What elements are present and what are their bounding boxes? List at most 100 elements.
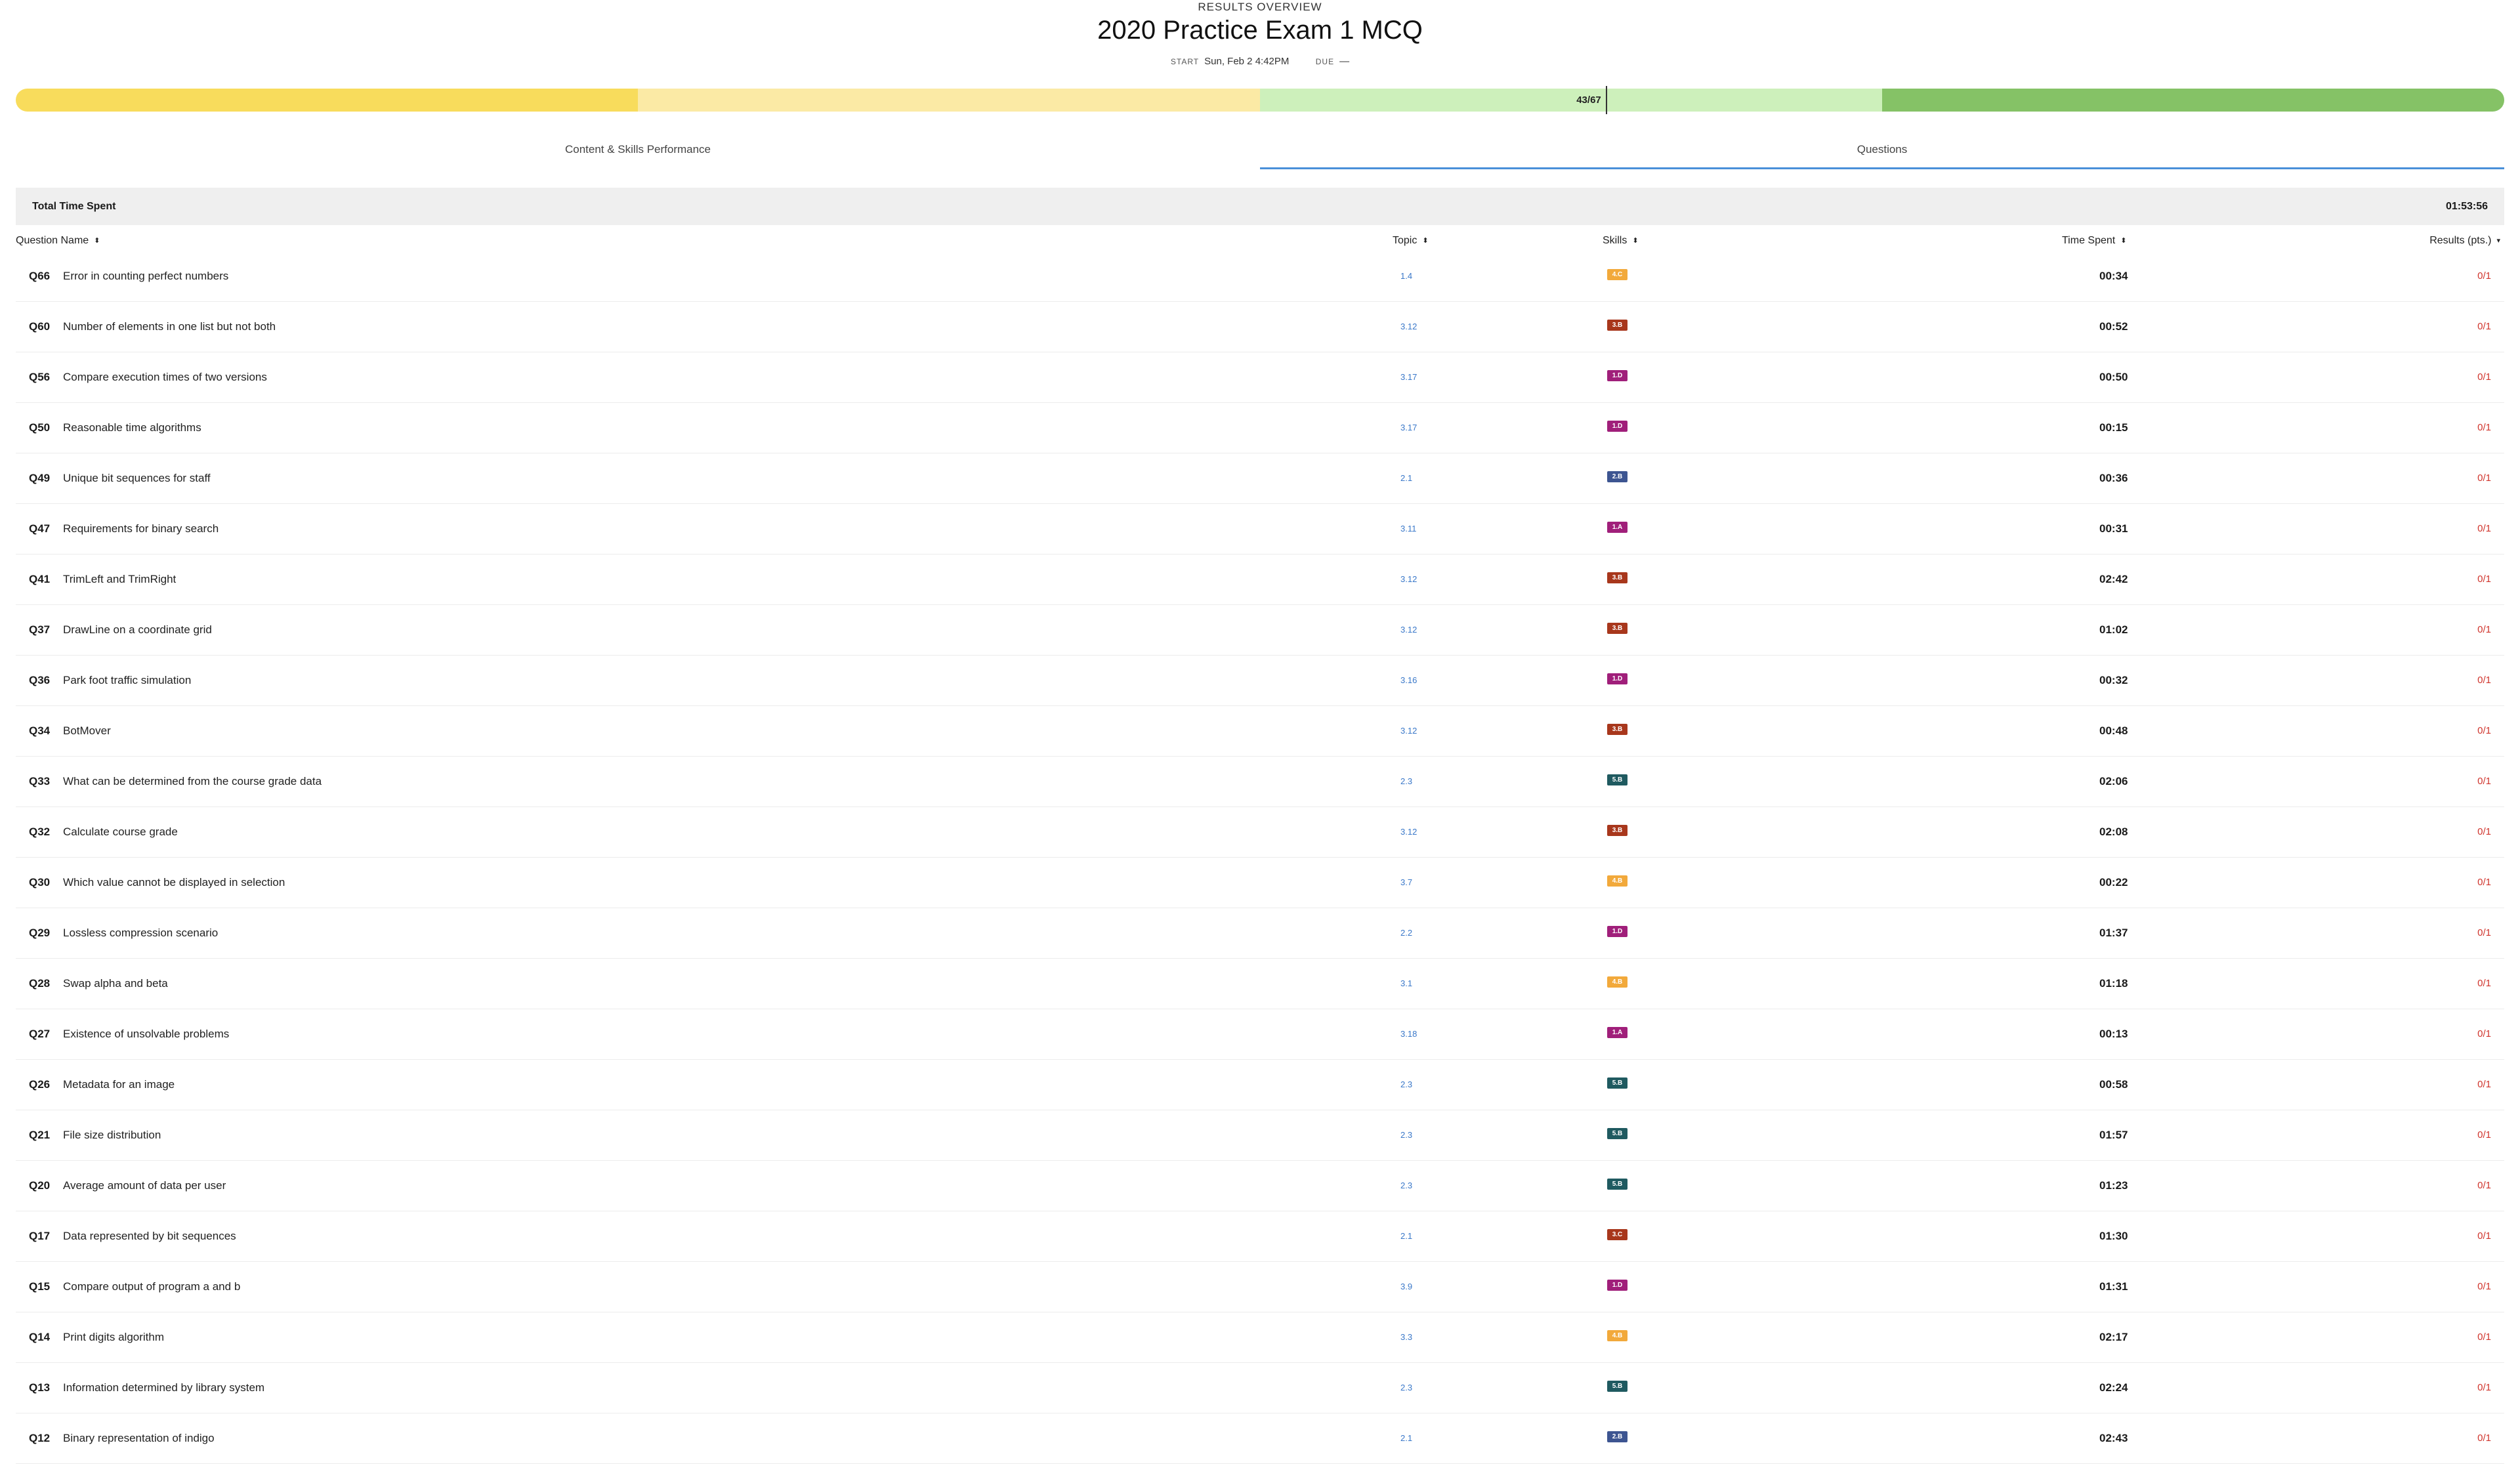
- topic-link[interactable]: 3.16: [1400, 656, 1417, 705]
- question-name[interactable]: Existence of unsolvable problems: [63, 1009, 229, 1059]
- table-row[interactable]: Q15 Compare output of program a and b 3.9 1…: [16, 1262, 2504, 1312]
- table-row[interactable]: Q47 Requirements for binary search 3.11 1.A…: [16, 504, 2504, 554]
- topic-link[interactable]: 2.3: [1400, 1110, 1412, 1160]
- table-row[interactable]: Q20 Average amount of data per user 2.3 5.B…: [16, 1161, 2504, 1211]
- topic-link[interactable]: 3.12: [1400, 706, 1417, 756]
- topic-link[interactable]: 2.3: [1400, 1363, 1412, 1413]
- time-spent: 02:08: [2099, 826, 2128, 838]
- table-row[interactable]: Q12 Binary representation of indigo 2.1 2.B…: [16, 1413, 2504, 1464]
- question-id: Q34: [29, 724, 51, 737]
- col-header-question-name[interactable]: Question Name ⬍: [16, 233, 100, 249]
- question-name[interactable]: Compare execution times of two versions: [63, 352, 267, 402]
- result-score: 0/1: [2477, 1129, 2491, 1140]
- result-score: 0/1: [2477, 1331, 2491, 1343]
- question-id: Q26: [29, 1078, 51, 1091]
- question-name[interactable]: Lossless compression scenario: [63, 908, 218, 958]
- question-name[interactable]: Swap alpha and beta: [63, 959, 168, 1009]
- table-row[interactable]: Q27 Existence of unsolvable problems 3.18 1…: [16, 1009, 2504, 1060]
- question-name[interactable]: Number of elements in one list but not b…: [63, 302, 276, 352]
- table-row[interactable]: Q34 BotMover 3.12 3.B 00:48 0/1: [16, 706, 2504, 757]
- table-row[interactable]: Q29 Lossless compression scenario 2.2 1.D 01…: [16, 908, 2504, 959]
- topic-link[interactable]: 3.17: [1400, 403, 1417, 453]
- topic-link[interactable]: 2.2: [1400, 908, 1412, 958]
- table-row[interactable]: Q33 What can be determined from the cours…: [16, 757, 2504, 807]
- table-row[interactable]: Q14 Print digits algorithm 3.3 4.B 02:17 0/1: [16, 1312, 2504, 1363]
- topic-link[interactable]: 3.18: [1400, 1009, 1417, 1059]
- question-id: Q13: [29, 1381, 51, 1394]
- table-row[interactable]: Q28 Swap alpha and beta 3.1 4.B 01:18 0/1: [16, 959, 2504, 1009]
- table-row[interactable]: Q13 Information determined by library sys…: [16, 1363, 2504, 1413]
- table-row[interactable]: Q66 Error in counting perfect numbers 1.4 4…: [16, 251, 2504, 302]
- topic-link[interactable]: 3.1: [1400, 959, 1412, 1009]
- question-name[interactable]: Which value cannot be displayed in selec…: [63, 858, 285, 908]
- table-row[interactable]: Q26 Metadata for an image 2.3 5.B 00:58 0/1: [16, 1060, 2504, 1110]
- result-score: 0/1: [2477, 1433, 2491, 1444]
- table-row[interactable]: Q36 Park foot traffic simulation 3.16 1.D 00…: [16, 656, 2504, 706]
- topic-link[interactable]: 3.12: [1400, 807, 1417, 857]
- question-id: Q41: [29, 573, 51, 585]
- col-header-topic[interactable]: Topic ⬍: [1393, 233, 1429, 249]
- topic-link[interactable]: 3.9: [1400, 1262, 1412, 1312]
- topic-link[interactable]: 2.3: [1400, 757, 1412, 806]
- topic-link[interactable]: 3.12: [1400, 605, 1417, 655]
- question-name[interactable]: Park foot traffic simulation: [63, 656, 191, 705]
- tab-questions[interactable]: Questions: [1260, 135, 2504, 169]
- topic-link[interactable]: 1.4: [1400, 251, 1412, 301]
- topic-link[interactable]: 3.11: [1400, 504, 1416, 554]
- question-name[interactable]: File size distribution: [63, 1110, 161, 1160]
- topic-link[interactable]: 2.1: [1400, 453, 1412, 503]
- topic-link[interactable]: 2.1: [1400, 1211, 1412, 1261]
- skill-badge: 5.B: [1607, 1381, 1628, 1392]
- question-name[interactable]: Calculate course grade: [63, 807, 178, 857]
- topic-link[interactable]: 3.17: [1400, 352, 1417, 402]
- table-row[interactable]: Q49 Unique bit sequences for staff 2.1 2.B 0…: [16, 453, 2504, 504]
- table-row[interactable]: Q32 Calculate course grade 3.12 3.B 02:08 0/1: [16, 807, 2504, 858]
- table-row[interactable]: Q60 Number of elements in one list but no…: [16, 302, 2504, 352]
- start-value: Sun, Feb 2 4:42PM: [1204, 56, 1290, 67]
- sort-desc-icon: ▾: [2496, 237, 2500, 245]
- question-name[interactable]: What can be determined from the course g…: [63, 757, 322, 806]
- time-spent: 00:15: [2099, 421, 2128, 434]
- col-header-skills[interactable]: Skills ⬍: [1603, 233, 1639, 249]
- topic-link[interactable]: 3.12: [1400, 302, 1417, 352]
- question-name[interactable]: Information determined by library system: [63, 1363, 264, 1413]
- topic-link[interactable]: 3.7: [1400, 858, 1412, 908]
- question-name[interactable]: Compare output of program a and b: [63, 1262, 240, 1312]
- result-score: 0/1: [2477, 371, 2491, 383]
- table-row[interactable]: Q41 TrimLeft and TrimRight 3.12 3.B 02:42 0/1: [16, 554, 2504, 605]
- table-row[interactable]: Q56 Compare execution times of two versio…: [16, 352, 2504, 403]
- skill-badge: 3.B: [1607, 825, 1628, 836]
- tab-content-skills-performance[interactable]: Content & Skills Performance: [16, 135, 1260, 167]
- time-spent: 02:42: [2099, 573, 2128, 585]
- topic-link[interactable]: 3.12: [1400, 554, 1417, 604]
- result-score: 0/1: [2477, 675, 2491, 686]
- table-row[interactable]: Q21 File size distribution 2.3 5.B 01:57 0/1: [16, 1110, 2504, 1161]
- question-name[interactable]: Reasonable time algorithms: [63, 403, 201, 453]
- question-name[interactable]: TrimLeft and TrimRight: [63, 554, 176, 604]
- question-name[interactable]: Error in counting perfect numbers: [63, 251, 228, 301]
- table-row[interactable]: Q50 Reasonable time algorithms 3.17 1.D 00:1…: [16, 403, 2504, 453]
- table-row[interactable]: Q37 DrawLine on a coordinate grid 3.12 3.B 0…: [16, 605, 2504, 656]
- table-row[interactable]: Q30 Which value cannot be displayed in se…: [16, 858, 2504, 908]
- skill-badge: 3.C: [1607, 1229, 1628, 1240]
- question-name[interactable]: Binary representation of indigo: [63, 1413, 215, 1463]
- topic-link[interactable]: 2.3: [1400, 1161, 1412, 1211]
- question-name[interactable]: Data represented by bit sequences: [63, 1211, 236, 1261]
- question-name[interactable]: Requirements for binary search: [63, 504, 219, 554]
- table-row[interactable]: Q17 Data represented by bit sequences 2.1 3…: [16, 1211, 2504, 1262]
- question-id: Q47: [29, 522, 51, 535]
- question-name[interactable]: BotMover: [63, 706, 111, 756]
- sort-icon: ⬍: [1422, 237, 1429, 245]
- question-name[interactable]: DrawLine on a coordinate grid: [63, 605, 212, 655]
- question-name[interactable]: Average amount of data per user: [63, 1161, 226, 1211]
- col-header-time-spent[interactable]: Time Spent ⬍: [2062, 233, 2126, 249]
- question-name[interactable]: Unique bit sequences for staff: [63, 453, 211, 503]
- topic-link[interactable]: 2.1: [1400, 1413, 1412, 1463]
- question-name[interactable]: Metadata for an image: [63, 1060, 175, 1110]
- due-label: DUE: [1315, 57, 1335, 66]
- topic-link[interactable]: 2.3: [1400, 1060, 1412, 1110]
- topic-link[interactable]: 3.3: [1400, 1312, 1412, 1362]
- col-header-results[interactable]: Results (pts.) ▾: [2429, 233, 2500, 249]
- table-header: Question Name ⬍ Topic ⬍ Skills ⬍ Time Spent…: [16, 233, 2504, 249]
- question-name[interactable]: Print digits algorithm: [63, 1312, 164, 1362]
